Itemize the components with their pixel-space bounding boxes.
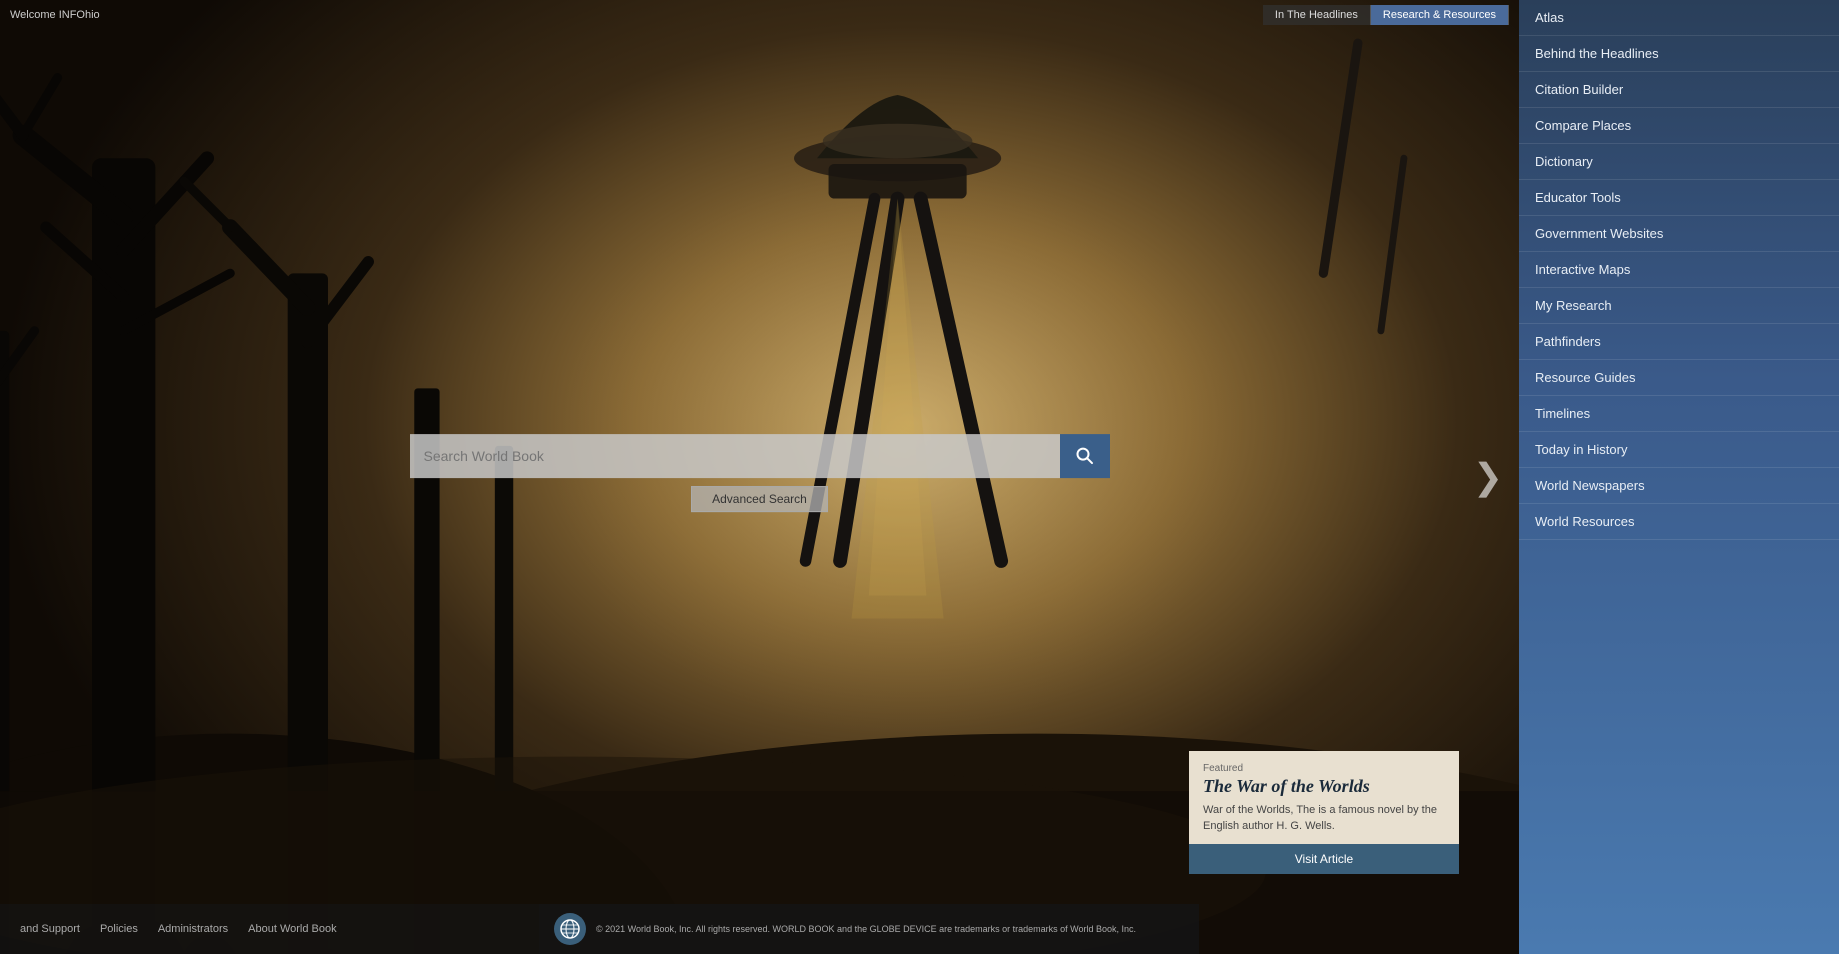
- sidebar-item-educator-tools[interactable]: Educator Tools: [1519, 180, 1839, 216]
- right-arrow-button[interactable]: ❯: [1473, 456, 1503, 498]
- featured-card: Featured The War of the Worlds War of th…: [1189, 751, 1459, 874]
- advanced-search-button[interactable]: Advanced Search: [691, 486, 828, 512]
- footer-copyright: © 2021 World Book, Inc. All rights reser…: [596, 923, 1136, 936]
- sidebar-item-behind-the-headlines[interactable]: Behind the Headlines: [1519, 36, 1839, 72]
- sidebar-item-interactive-maps[interactable]: Interactive Maps: [1519, 252, 1839, 288]
- sidebar-item-compare-places[interactable]: Compare Places: [1519, 108, 1839, 144]
- welcome-text: Welcome INFOhio: [10, 9, 100, 21]
- sidebar-item-citation-builder[interactable]: Citation Builder: [1519, 72, 1839, 108]
- featured-title: The War of the Worlds: [1203, 776, 1445, 797]
- search-area: Advanced Search: [410, 434, 1110, 512]
- sidebar-item-dictionary[interactable]: Dictionary: [1519, 144, 1839, 180]
- top-nav-research[interactable]: Research & Resources: [1371, 5, 1509, 25]
- search-box-row: [410, 434, 1110, 478]
- footer-link-policies[interactable]: Policies: [100, 923, 138, 935]
- sidebar-item-atlas[interactable]: Atlas: [1519, 0, 1839, 36]
- top-bar: Welcome INFOhio In The Headlines Researc…: [0, 0, 1519, 30]
- search-icon: [1075, 446, 1095, 466]
- sidebar-item-world-newspapers[interactable]: World Newspapers: [1519, 468, 1839, 504]
- featured-description: War of the Worlds, The is a famous novel…: [1203, 803, 1445, 834]
- footer-link-support[interactable]: and Support: [20, 923, 80, 935]
- sidebar-item-world-resources[interactable]: World Resources: [1519, 504, 1839, 540]
- main-content: Welcome INFOhio In The Headlines Researc…: [0, 0, 1519, 954]
- sidebar-item-timelines[interactable]: Timelines: [1519, 396, 1839, 432]
- sidebar-item-resource-guides[interactable]: Resource Guides: [1519, 360, 1839, 396]
- sidebar-item-today-in-history[interactable]: Today in History: [1519, 432, 1839, 468]
- sidebar-item-my-research[interactable]: My Research: [1519, 288, 1839, 324]
- top-nav-headlines[interactable]: In The Headlines: [1263, 5, 1371, 25]
- footer-link-about[interactable]: About World Book: [248, 923, 336, 935]
- sidebar-item-government-websites[interactable]: Government Websites: [1519, 216, 1839, 252]
- advanced-search-row: Advanced Search: [410, 486, 1110, 512]
- sidebar-item-pathfinders[interactable]: Pathfinders: [1519, 324, 1839, 360]
- world-book-logo: [554, 913, 586, 945]
- featured-label: Featured: [1203, 763, 1445, 774]
- footer-link-admins[interactable]: Administrators: [158, 923, 228, 935]
- top-navigation: In The Headlines Research & Resources: [1263, 5, 1509, 25]
- visit-article-button[interactable]: Visit Article: [1189, 844, 1459, 874]
- search-input[interactable]: [410, 434, 1060, 478]
- globe-icon: [559, 918, 581, 940]
- search-button[interactable]: [1060, 434, 1110, 478]
- sidebar: AtlasBehind the HeadlinesCitation Builde…: [1519, 0, 1839, 954]
- footer-right: © 2021 World Book, Inc. All rights reser…: [539, 904, 1199, 954]
